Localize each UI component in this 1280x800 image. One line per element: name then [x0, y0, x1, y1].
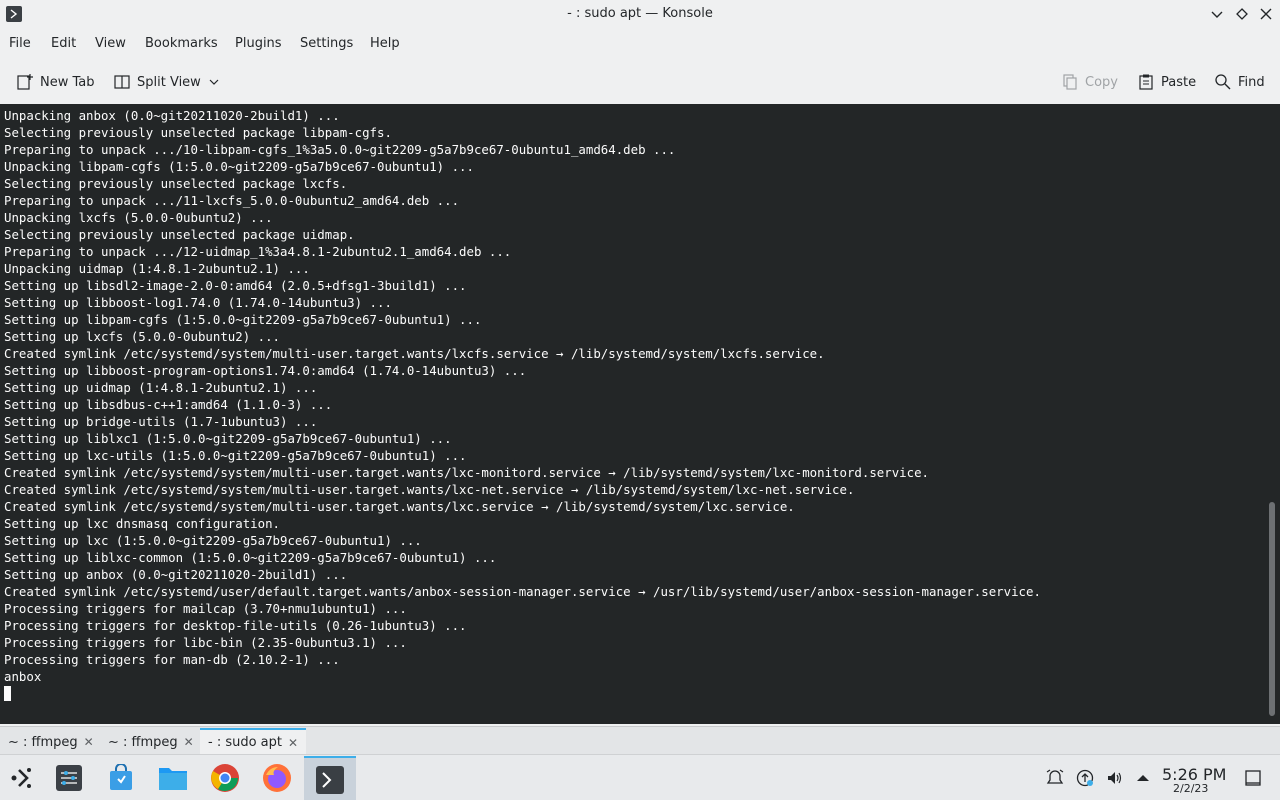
copy-label: Copy	[1085, 74, 1118, 90]
find-button[interactable]: Find	[1214, 71, 1265, 93]
terminal-line: Processing triggers for desktop-file-uti…	[4, 618, 467, 633]
tab-label: ~ : ffmpeg	[8, 734, 78, 750]
title-bar: - : sudo apt — Konsole	[0, 0, 1280, 28]
file-manager-icon[interactable]	[156, 761, 190, 795]
terminal-line: anbox	[4, 669, 42, 684]
copy-icon	[1063, 74, 1077, 90]
split-view-label: Split View	[137, 74, 201, 90]
terminal-line: Setting up anbox (0.0~git20211020-2build…	[4, 567, 348, 582]
terminal-line: Preparing to unpack .../12-uidmap_1%3a4.…	[4, 244, 512, 259]
new-tab-label: New Tab	[40, 74, 95, 90]
terminal-line: Setting up libboost-log1.74.0 (1.74.0-14…	[4, 295, 392, 310]
menu-plugins[interactable]: Plugins	[235, 36, 282, 51]
volume-icon[interactable]	[1106, 769, 1124, 787]
terminal-line: Unpacking uidmap (1:4.8.1-2ubuntu2.1) ..…	[4, 261, 310, 276]
terminal-line: Setting up liblxc-common (1:5.0.0~git220…	[4, 550, 497, 565]
tab-sudo-apt[interactable]: - : sudo apt ✕	[200, 728, 307, 755]
close-icon[interactable]: ✕	[184, 735, 194, 749]
maximize-button[interactable]	[1233, 5, 1251, 23]
terminal-line: Preparing to unpack .../11-lxcfs_5.0.0-0…	[4, 193, 460, 208]
split-view-icon	[114, 75, 130, 89]
terminal-view[interactable]: Unpacking anbox (0.0~git20211020-2build1…	[0, 104, 1280, 724]
terminal-line: Created symlink /etc/systemd/user/defaul…	[4, 584, 1041, 599]
menu-bookmarks[interactable]: Bookmarks	[145, 36, 218, 51]
menu-file[interactable]: File	[9, 36, 31, 51]
copy-button[interactable]: Copy	[1061, 71, 1118, 93]
terminal-line: Setting up libsdl2-image-2.0-0:amd64 (2.…	[4, 278, 467, 293]
terminal-line: Setting up lxcfs (5.0.0-0ubuntu2) ...	[4, 329, 281, 344]
menu-settings[interactable]: Settings	[300, 36, 353, 51]
terminal-cursor	[4, 686, 11, 701]
chevron-down-icon[interactable]	[209, 77, 219, 87]
tab-label: ~ : ffmpeg	[108, 734, 178, 750]
terminal-line: Setting up libboost-program-options1.74.…	[4, 363, 527, 378]
new-tab-button[interactable]: New Tab	[16, 71, 95, 93]
close-icon[interactable]: ✕	[288, 736, 298, 750]
terminal-line: Selecting previously unselected package …	[4, 176, 348, 191]
application-launcher-icon[interactable]	[5, 761, 39, 795]
terminal-line: Unpacking lxcfs (5.0.0-0ubuntu2) ...	[4, 210, 273, 225]
terminal-line: Created symlink /etc/systemd/system/mult…	[4, 346, 825, 361]
terminal-line: Setting up liblxc1 (1:5.0.0~git2209-g5a7…	[4, 431, 452, 446]
close-button[interactable]	[1257, 5, 1275, 23]
terminal-line: Processing triggers for libc-bin (2.35-0…	[4, 635, 407, 650]
terminal-line: Preparing to unpack .../10-libpam-cgfs_1…	[4, 142, 676, 157]
search-icon	[1215, 74, 1231, 90]
scrollbar-thumb[interactable]	[1269, 502, 1275, 716]
konsole-icon[interactable]	[304, 756, 356, 800]
tab-label: - : sudo apt	[208, 735, 283, 750]
menu-edit[interactable]: Edit	[51, 36, 76, 51]
split-view-button[interactable]: Split View	[113, 71, 225, 93]
terminal-line: Setting up lxc-utils (1:5.0.0~git2209-g5…	[4, 448, 467, 463]
terminal-line: Unpacking anbox (0.0~git20211020-2build1…	[4, 108, 340, 123]
taskbar	[0, 754, 1280, 800]
find-label: Find	[1238, 74, 1265, 90]
terminal-line: Setting up lxc dnsmasq configuration.	[4, 516, 281, 531]
notifications-icon[interactable]	[1046, 769, 1064, 787]
tab-bar: ~ : ffmpeg ✕ ~ : ffmpeg ✕ - : sudo apt ✕	[0, 726, 1280, 755]
terminal-line: Selecting previously unselected package …	[4, 227, 355, 242]
terminal-line: Created symlink /etc/systemd/system/mult…	[4, 465, 930, 480]
tab-ffmpeg-1[interactable]: ~ : ffmpeg ✕	[0, 730, 102, 754]
minimize-button[interactable]	[1208, 5, 1226, 23]
terminal-line: Unpacking libpam-cgfs (1:5.0.0~git2209-g…	[4, 159, 474, 174]
terminal-line: Setting up uidmap (1:4.8.1-2ubuntu2.1) .…	[4, 380, 318, 395]
firefox-icon[interactable]	[260, 761, 294, 795]
close-icon[interactable]: ✕	[84, 735, 94, 749]
chevron-up-icon[interactable]	[1134, 769, 1152, 787]
new-tab-icon	[17, 74, 33, 90]
toolbar: New Tab Split View Copy Paste Find	[0, 62, 1280, 102]
updates-icon[interactable]	[1076, 769, 1094, 787]
terminal-line: Setting up lxc (1:5.0.0~git2209-g5a7b9ce…	[4, 533, 422, 548]
terminal-line: Processing triggers for mailcap (3.70+nm…	[4, 601, 407, 616]
terminal-line: Setting up libpam-cgfs (1:5.0.0~git2209-…	[4, 312, 482, 327]
terminal-line: Processing triggers for man-db (2.10.2-1…	[4, 652, 340, 667]
system-settings-icon[interactable]	[52, 761, 86, 795]
paste-label: Paste	[1161, 74, 1197, 90]
menu-view[interactable]: View	[95, 36, 126, 51]
paste-button[interactable]: Paste	[1137, 71, 1196, 93]
tab-ffmpeg-2[interactable]: ~ : ffmpeg ✕	[100, 730, 202, 754]
show-desktop-icon[interactable]	[1244, 769, 1262, 787]
discover-store-icon[interactable]	[104, 761, 138, 795]
window-title: - : sudo apt — Konsole	[567, 6, 713, 21]
terminal-output: Unpacking anbox (0.0~git20211020-2build1…	[4, 107, 1041, 702]
terminal-line: Selecting previously unselected package …	[4, 125, 392, 140]
terminal-line: Created symlink /etc/systemd/system/mult…	[4, 482, 855, 497]
menu-bar: File Edit View Bookmarks Plugins Setting…	[0, 32, 1280, 56]
terminal-line: Created symlink /etc/systemd/system/mult…	[4, 499, 795, 514]
clock-date[interactable]: 2/2/23	[1173, 782, 1208, 795]
chrome-icon[interactable]	[208, 761, 242, 795]
paste-icon	[1139, 74, 1153, 90]
terminal-line: Setting up bridge-utils (1.7-1ubuntu3) .…	[4, 414, 318, 429]
terminal-line: Setting up libsdbus-c++1:amd64 (1.1.0-3)…	[4, 397, 333, 412]
menu-help[interactable]: Help	[370, 36, 400, 51]
